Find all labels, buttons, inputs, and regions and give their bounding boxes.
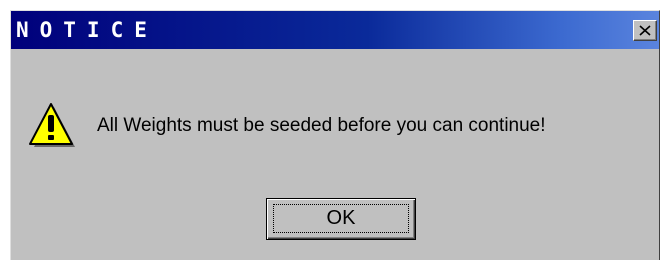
warning-icon [29, 103, 75, 147]
ok-button-label: OK [326, 207, 356, 229]
notice-dialog: NOTICE All Weights must be seeded before… [10, 10, 660, 260]
close-icon [639, 25, 651, 36]
notice-message: All Weights must be seeded before you ca… [97, 115, 546, 136]
title-bar[interactable]: NOTICE [11, 11, 659, 49]
dialog-title: NOTICE [16, 18, 158, 42]
ok-button[interactable]: OK [266, 198, 416, 240]
close-button[interactable] [633, 20, 657, 41]
